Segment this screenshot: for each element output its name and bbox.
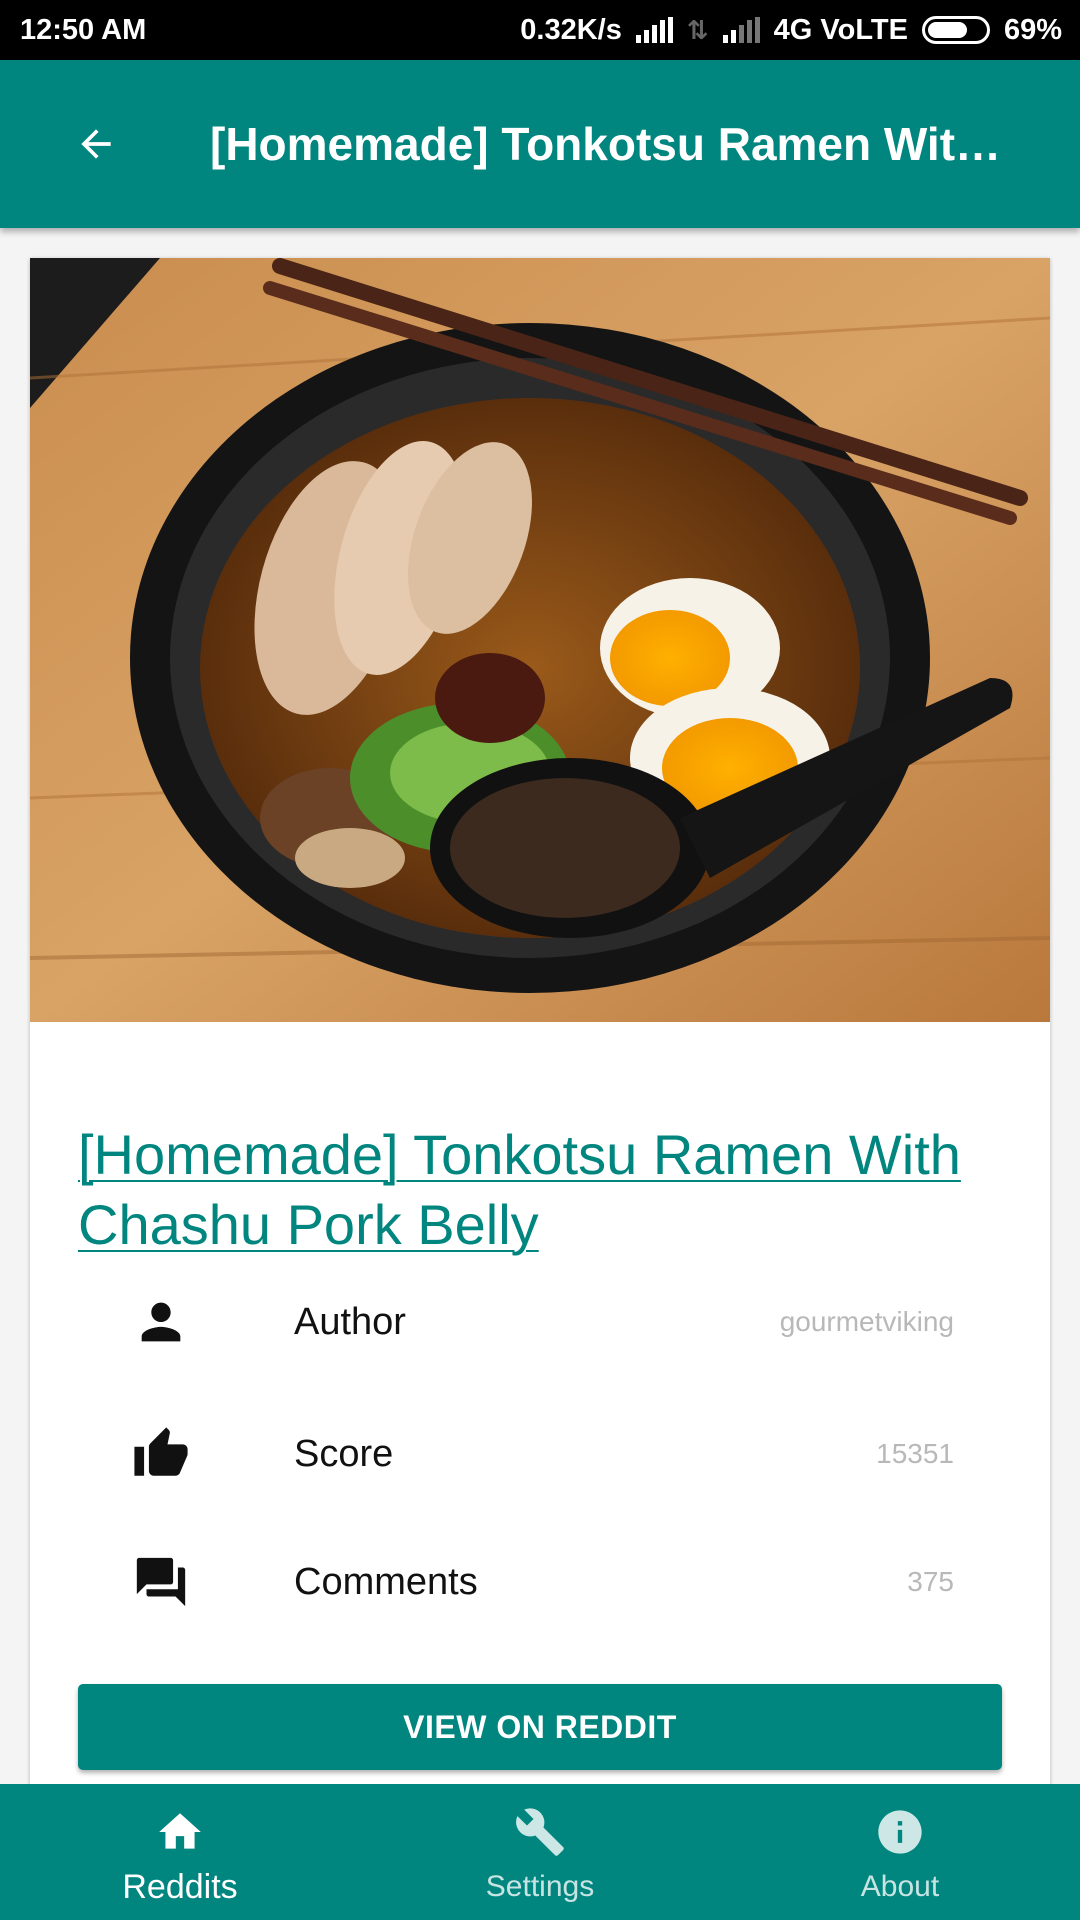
- signal-strength-secondary-icon: [722, 17, 760, 43]
- battery-percent: 69%: [1003, 13, 1062, 46]
- comments-label: Comments: [294, 1560, 478, 1603]
- author-label: Author: [294, 1300, 406, 1343]
- arrow-back-icon: [81, 129, 111, 159]
- comments-value: 375: [907, 1566, 954, 1597]
- author-row: Author gourmetviking: [30, 1272, 1050, 1372]
- nav-item-about[interactable]: About: [720, 1784, 1080, 1920]
- back-button[interactable]: [48, 96, 144, 192]
- score-value: 15351: [876, 1438, 954, 1469]
- battery-icon: [921, 16, 990, 44]
- score-row: Score 15351: [30, 1404, 1050, 1504]
- comments-icon: [130, 1551, 192, 1613]
- nav-label-settings: Settings: [485, 1870, 595, 1903]
- score-label: Score: [294, 1432, 394, 1475]
- content-area: [Homemade] Tonkotsu Ramen With Chashu Po…: [0, 228, 1080, 1818]
- post-card: [Homemade] Tonkotsu Ramen With Chashu Po…: [30, 258, 1050, 1818]
- app-bar: [Homemade] Tonkotsu Ramen With ...: [0, 60, 1080, 228]
- home-icon: [152, 1804, 208, 1860]
- data-transfer-icon: ⇅: [686, 14, 709, 45]
- signal-strength-icon: [635, 17, 673, 43]
- author-value: gourmetviking: [779, 1306, 954, 1337]
- nav-item-reddits[interactable]: Reddits: [0, 1784, 360, 1920]
- comments-row: Comments 375: [30, 1532, 1050, 1632]
- status-bar: 12:50 AM 0.32K/s ⇅ 4G VoLTE 69%: [0, 0, 1080, 60]
- post-title-link[interactable]: [Homemade] Tonkotsu Ramen With Chashu Po…: [78, 1120, 1018, 1260]
- network-speed: 0.32K/s: [520, 13, 622, 46]
- ramen-photo[interactable]: [30, 258, 1050, 1022]
- status-indicators: 0.32K/s ⇅ 4G VoLTE 69%: [520, 14, 1062, 47]
- app-bar-title: [Homemade] Tonkotsu Ramen With ...: [210, 118, 1010, 170]
- thumbs-up-icon: [130, 1423, 192, 1485]
- bottom-navigation: Reddits Settings About: [0, 1784, 1080, 1920]
- network-type: 4G VoLTE: [773, 13, 908, 46]
- nav-label-reddits: Reddits: [122, 1868, 238, 1906]
- tools-icon: [512, 1804, 568, 1860]
- info-icon: [872, 1804, 928, 1860]
- status-time: 12:50 AM: [20, 13, 147, 46]
- nav-item-settings[interactable]: Settings: [360, 1784, 720, 1920]
- nav-label-about: About: [860, 1870, 940, 1903]
- person-icon: [130, 1291, 192, 1353]
- view-on-reddit-button[interactable]: VIEW ON REDDIT: [78, 1684, 1002, 1770]
